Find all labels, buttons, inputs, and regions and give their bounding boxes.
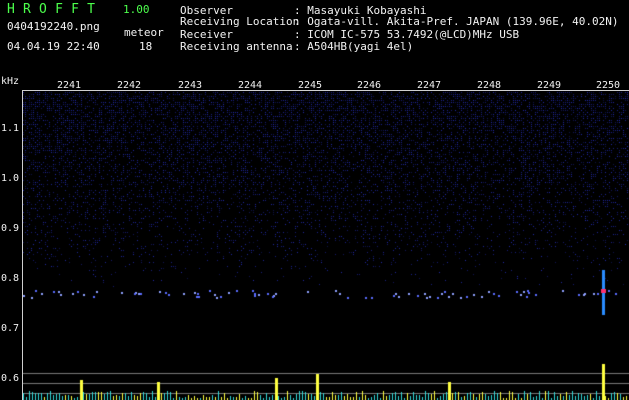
meteor-label: meteor (124, 26, 164, 39)
y-axis-unit: kHz (1, 76, 20, 87)
spectrogram-panel: kHz 2241 2242 2243 2244 2245 2246 2247 2… (0, 74, 629, 400)
receiver-value: : ICOM IC-575 53.7492(@LCD)MHz USB (294, 28, 520, 41)
y-tick-1-1: 1.1 (1, 123, 20, 134)
location-value: : Ogata-vill. Akita-Pref. JAPAN (139.96E… (294, 15, 619, 28)
meteor-count: 18 (139, 40, 153, 53)
waterfall-canvas (23, 90, 629, 400)
location-label: Receiving Location (180, 15, 300, 28)
header-panel: HROFFT 1.00 0404192240.png 04.04.19 22:4… (0, 0, 629, 74)
x-axis-line (22, 90, 629, 91)
antenna-value: : A504HB(yagi 4el) (294, 40, 414, 53)
y-tick-0-6: 0.6 (1, 373, 20, 384)
app-title: HROFFT (7, 2, 104, 17)
y-tick-0-7: 0.7 (1, 323, 20, 334)
app-version: 1.00 (123, 3, 150, 16)
y-axis-line (22, 90, 23, 400)
timestamp: 04.04.19 22:40 (7, 40, 100, 53)
antenna-label: Receiving antenna (180, 40, 293, 53)
y-tick-1-0: 1.0 (1, 173, 20, 184)
file-name: 0404192240.png (7, 20, 100, 33)
y-tick-0-8: 0.8 (1, 273, 20, 284)
y-tick-0-9: 0.9 (1, 223, 20, 234)
receiver-label: Receiver (180, 28, 233, 41)
